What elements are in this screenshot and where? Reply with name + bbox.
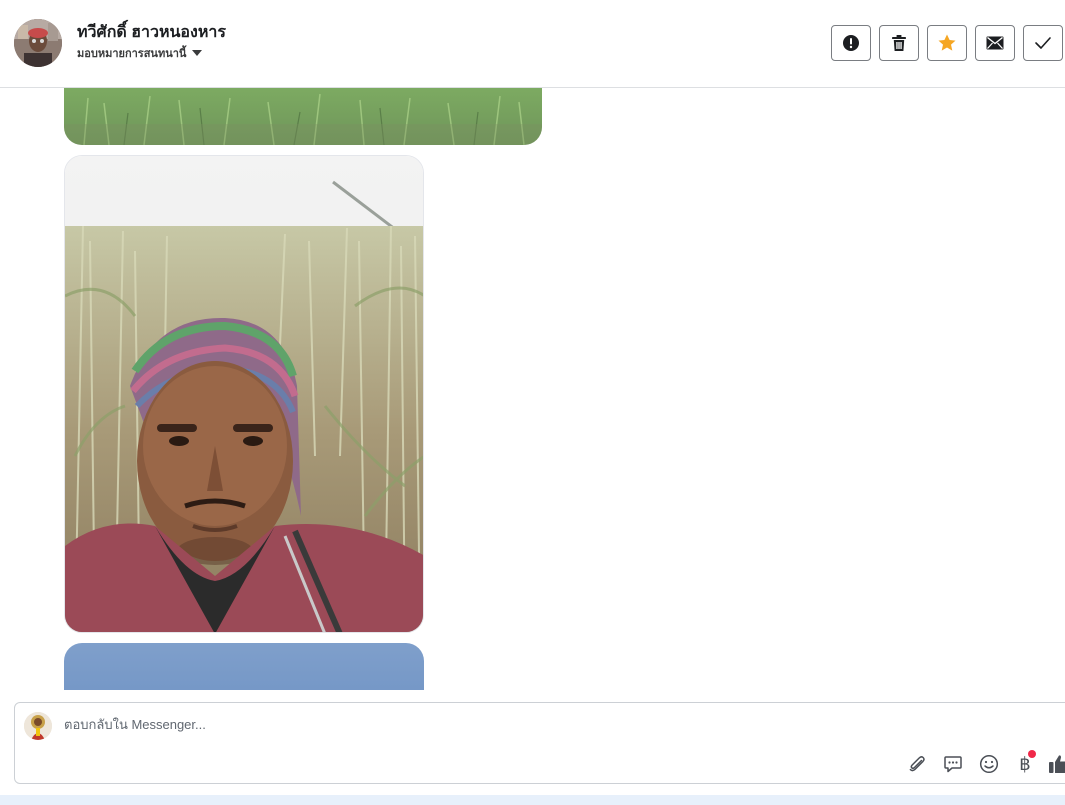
star-icon	[938, 34, 956, 51]
saved-reply-icon	[944, 756, 962, 773]
notification-dot	[1028, 750, 1036, 758]
image-message-sky[interactable]	[64, 643, 424, 690]
alert-circle-icon	[843, 35, 859, 51]
image-message-grass[interactable]	[64, 88, 542, 145]
message-thread[interactable]	[0, 88, 1065, 690]
conversation-actions	[831, 25, 1063, 61]
caret-down-icon	[192, 50, 203, 56]
trash-icon	[892, 35, 906, 51]
reply-input[interactable]	[64, 717, 864, 732]
saved-replies-button[interactable]	[941, 752, 965, 776]
thumbs-up-icon	[1049, 755, 1065, 773]
contact-avatar-image	[14, 19, 62, 67]
delete-button[interactable]	[879, 25, 919, 61]
grass-field-image	[64, 88, 542, 145]
assign-conversation-dropdown[interactable]: มอบหมายการสนทนานี้	[77, 44, 203, 62]
man-in-sugarcane-field-image	[65, 156, 423, 632]
contact-name: ทวีศักดิ์ ฮาวหนองหาร	[77, 24, 226, 41]
mark-done-button[interactable]	[1023, 25, 1063, 61]
assign-conversation-label: มอบหมายการสนทนานี้	[77, 48, 187, 60]
page-avatar-image	[24, 712, 52, 740]
payment-button[interactable]: ฿	[1013, 750, 1037, 776]
envelope-icon	[986, 36, 1004, 50]
attach-file-button[interactable]	[905, 752, 929, 776]
emoji-button[interactable]	[977, 752, 1001, 776]
conversation-header: ทวีศักดิ์ ฮาวหนองหาร มอบหมายการสนทนานี้	[0, 0, 1065, 88]
star-button[interactable]	[927, 25, 967, 61]
blue-sky-image	[64, 643, 424, 690]
contact-avatar[interactable]	[14, 19, 62, 67]
mark-unread-button[interactable]	[975, 25, 1015, 61]
messenger-conversation-panel: ทวีศักดิ์ ฮาวหนองหาร มอบหมายการสนทนานี้	[0, 0, 1065, 805]
checkmark-icon	[1035, 37, 1051, 49]
image-message-selfie[interactable]	[64, 155, 424, 633]
reply-composer: ฿	[14, 702, 1065, 784]
bottom-bar	[0, 795, 1065, 805]
like-button[interactable]	[1047, 752, 1065, 776]
paperclip-icon	[909, 756, 925, 772]
page-avatar	[24, 712, 52, 740]
emoji-icon	[979, 754, 999, 774]
spam-button[interactable]	[831, 25, 871, 61]
